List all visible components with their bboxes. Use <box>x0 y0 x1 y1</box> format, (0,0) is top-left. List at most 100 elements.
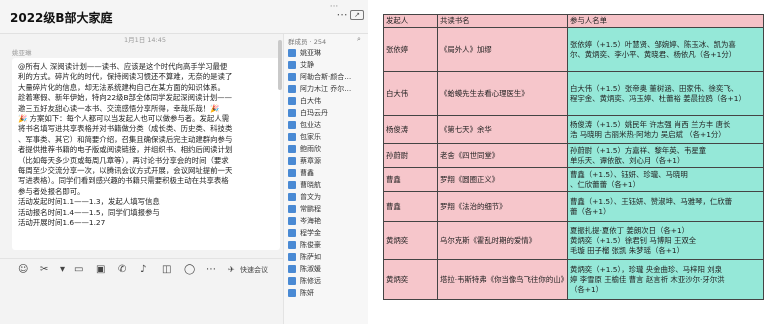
member-item[interactable]: 包业达 <box>288 119 321 131</box>
book-cell[interactable]: 老舍《四世同堂》 <box>437 143 568 168</box>
member-item[interactable]: 白大伟 <box>288 95 321 107</box>
participants-cell[interactable]: 黄炳奕（+1.5），珍瓏 央金曲珍、马梓阳 刘泉 婷 李雪原 王榆佳 曹言 赵言… <box>567 259 764 300</box>
more-tools-icon[interactable]: ⋯ <box>206 264 216 276</box>
message-input[interactable] <box>0 281 283 324</box>
member-name: 白大伟 <box>300 97 321 105</box>
book-cell[interactable]: 罗翔《圆圈正义》 <box>437 167 568 192</box>
dropdown-icon[interactable]: ▾ <box>60 264 65 276</box>
book-cell[interactable]: 《局外人》加缪 <box>437 27 568 72</box>
member-item[interactable]: 陈修远 <box>288 275 321 287</box>
book-cell[interactable]: 罗翔《法治的细节》 <box>437 191 568 222</box>
member-panel: 群成员 · 254 ⌕ 姚亚琳 艾静 阿勒合斯·颜合… 阿力木江 乔尔… 白大伟… <box>283 34 368 324</box>
member-name: 白玛云丹 <box>300 109 328 117</box>
red-packet-icon[interactable]: ◫ <box>162 264 171 276</box>
table-row: 曹鑫 罗翔《法治的细节》 曹鑫（+1.5）、王钰妍、赞淑坤、马雅琴，仁欣蕾 蕾（… <box>383 191 764 222</box>
member-item[interactable]: 曹晓航 <box>288 179 321 191</box>
book-cell[interactable]: 乌尔克斯《霍乱时期的爱情》 <box>437 221 568 260</box>
member-item[interactable]: 陈俊豪 <box>288 239 321 251</box>
member-item[interactable]: 蔡章源 <box>288 155 321 167</box>
member-item[interactable]: 鲍雨欣 <box>288 143 321 155</box>
sender-name: 姚亚琳 <box>12 49 32 57</box>
member-name: 陈俊豪 <box>300 241 321 249</box>
mic-icon[interactable]: ♪ <box>140 264 146 276</box>
message-line: 、军事类、其它）和简要介绍，召集且确保读后完主动建群向参与 <box>18 134 233 144</box>
member-item[interactable]: 曾文为 <box>288 191 321 203</box>
more-options-icon[interactable]: ⋯ <box>335 8 349 22</box>
member-item[interactable]: 阿力木江 乔尔… <box>288 83 351 95</box>
table-row: 张依婷 《局外人》加缪 张依婷（+1.5）叶慧贤、邹婉婷、陈玉冰、凯为喜 尔、黄… <box>383 27 764 72</box>
member-item[interactable]: 白玛云丹 <box>288 107 328 119</box>
avatar <box>288 109 296 117</box>
avatar <box>288 133 296 141</box>
member-item[interactable]: 岑海艳 <box>288 215 321 227</box>
message-line: 将书名填写进共享表格并对书籍做分类（成长类、历史类、科技类 <box>18 124 233 134</box>
participants-line: 程宇金、黄炳奕、冯玉婷、杜蕾裕 姜晨拉鸥（各+1） <box>570 93 746 103</box>
quick-meeting-button[interactable]: 快速会议 <box>240 265 268 275</box>
chat-scrollbar[interactable] <box>278 40 282 90</box>
member-name: 蔡章源 <box>300 157 321 165</box>
member-name: 阿力木江 乔尔… <box>300 85 352 93</box>
participants-line: 杨俊涛（+1.5）姚民年 许志强 肖西 兰方丰 唐长 <box>570 119 731 129</box>
header-initiator: 发起人 <box>383 14 438 28</box>
member-item[interactable]: 艾静 <box>288 59 314 71</box>
initiator-cell[interactable]: 曹鑫 <box>383 167 438 192</box>
emoji-icon[interactable]: ☺ <box>18 264 28 276</box>
member-item[interactable]: 阿勒合斯·颜合… <box>288 71 351 83</box>
share-icon[interactable]: ↗ <box>350 10 364 20</box>
participants-line: 张依婷（+1.5）叶慧贤、邹婉婷、陈玉冰、凯为喜 <box>570 39 736 49</box>
search-icon[interactable]: ⌕ <box>357 35 361 44</box>
participants-cell[interactable]: 张依婷（+1.5）叶慧贤、邹婉婷、陈玉冰、凯为喜 尔、黄炳奕、李小平、黄晓君、杨… <box>567 27 764 72</box>
member-item[interactable]: 陈妍 <box>288 287 314 299</box>
initiator-cell[interactable]: 杨俊涛 <box>383 115 438 144</box>
member-item[interactable]: 姚亚琳 <box>288 47 321 59</box>
message-bubble[interactable]: @所有人 深阅读计划——读书、应该是这个时代向高手学习最便 利的方式。碎片化的时… <box>12 58 280 250</box>
initiator-cell[interactable]: 白大伟 <box>383 71 438 116</box>
avatar <box>288 49 296 57</box>
table-row: 杨俊涛 《第七天》余华 杨俊涛（+1.5）姚民年 许志强 肖西 兰方丰 唐长 浩… <box>383 115 764 144</box>
header-participants: 参与人名单 <box>567 14 764 28</box>
scissors-icon[interactable]: ✂ <box>40 264 48 276</box>
folder-icon[interactable]: ▭ <box>74 264 83 276</box>
avatar <box>288 169 296 177</box>
initiator-cell[interactable]: 孙蔚尉 <box>383 143 438 168</box>
participants-line: 白大伟（+1.5）张帝奥 董树涵、田家伟、徐奕飞、 <box>570 83 739 93</box>
meeting-icon[interactable]: ✈ <box>228 264 235 276</box>
header-book: 共读书名 <box>437 14 568 28</box>
avatar <box>288 289 296 297</box>
participants-line: 蕾（各+1） <box>570 206 611 216</box>
participants-line: 黄炳奕（+1.5）徐君钊 马博阳 王双全 <box>570 235 697 245</box>
book-cell[interactable]: 《第七天》余华 <box>437 115 568 144</box>
avatar <box>288 73 296 81</box>
participants-cell[interactable]: 白大伟（+1.5）张帝奥 董树涵、田家伟、徐奕飞、 程宇金、黄炳奕、冯玉婷、杜蕾… <box>567 71 764 116</box>
initiator-cell[interactable]: 黄炳奕 <box>383 259 438 300</box>
member-item[interactable]: 陈萨如 <box>288 251 321 263</box>
chat-bubble-icon[interactable]: ◯ <box>184 264 195 276</box>
member-name: 陈妍 <box>300 289 314 297</box>
participants-line: 孙蔚尉（+1.5）方嘉祥、黎年英、韦星童 <box>570 145 707 155</box>
initiator-cell[interactable]: 曹鑫 <box>383 191 438 222</box>
member-item[interactable]: 陈淑媛 <box>288 263 321 275</box>
member-item[interactable]: 包家乐 <box>288 131 321 143</box>
book-cell[interactable]: 塔拉·韦斯特弗《你当像鸟飞往你的山》 <box>437 259 568 300</box>
participants-cell[interactable]: 夏振扎提·夏依丁 姜朗次日（各+1） 黄炳奕（+1.5）徐君钊 马博阳 王双全 … <box>567 221 764 260</box>
member-item[interactable]: 曹鑫 <box>288 167 314 179</box>
message-line: 邀三五好友甜心读一本书、交流感悟分享所得，幸哉乐哉！🎉 <box>18 103 220 113</box>
member-item[interactable]: 常鹏程 <box>288 203 321 215</box>
member-name: 常鹏程 <box>300 205 321 213</box>
phone-icon[interactable]: ✆ <box>118 264 126 276</box>
table-row: 孙蔚尉 老舍《四世同堂》 孙蔚尉（+1.5）方嘉祥、黎年英、韦星童 单乐天、谭依… <box>383 143 764 168</box>
member-item[interactable]: 程学金 <box>288 227 321 239</box>
participants-cell[interactable]: 杨俊涛（+1.5）姚民年 许志强 肖西 兰方丰 唐长 浩 马晓明 古丽米热·阿地… <box>567 115 764 144</box>
initiator-cell[interactable]: 黄炳奕 <box>383 221 438 260</box>
message-line: 活动报名时间1.4——1.5，同学们填报参与 <box>18 207 160 217</box>
participants-cell[interactable]: 曹鑫（+1.5）、王钰妍、赞淑坤、马雅琴，仁欣蕾 蕾（各+1） <box>567 191 764 222</box>
input-toolbar: ☺ ✂ ▾ ▭ ▣ ✆ ♪ ◫ ◯ ⋯ ✈ 快速会议 <box>0 258 283 280</box>
participants-cell[interactable]: 孙蔚尉（+1.5）方嘉祥、黎年英、韦星童 单乐天、谭依歆、刘心月（各+1） <box>567 143 764 168</box>
image-icon[interactable]: ▣ <box>96 264 105 276</box>
participants-cell[interactable]: 曹鑫（+1.5）、钰妍、珍瓏、马晓明 、仁欣蕾蕾（各+1） <box>567 167 764 192</box>
member-name: 陈修远 <box>300 277 321 285</box>
member-name: 曾文为 <box>300 193 321 201</box>
book-cell[interactable]: 《蛤蟆先生去看心理医生》 <box>437 71 568 116</box>
member-name: 程学金 <box>300 229 321 237</box>
initiator-cell[interactable]: 张依婷 <box>383 27 438 72</box>
